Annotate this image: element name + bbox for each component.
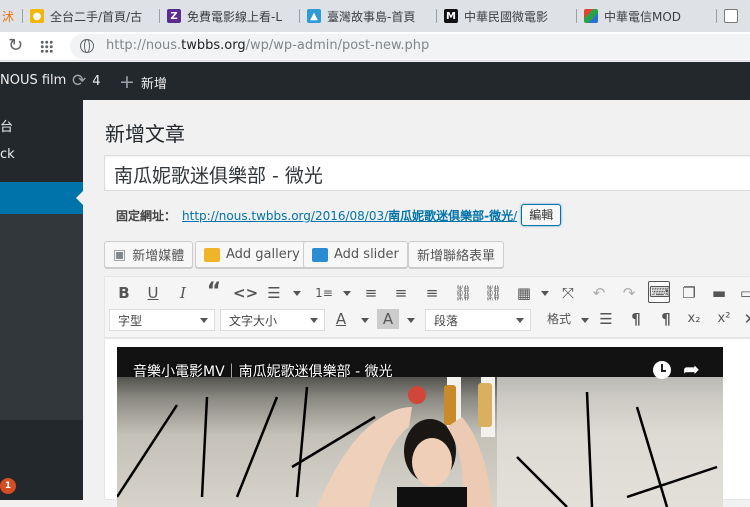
globe-icon: [80, 39, 94, 53]
tab-partial[interactable]: 沭: [0, 2, 24, 30]
add-gallery-button[interactable]: Add gallery: [195, 241, 309, 268]
toolbar-toggle-icon[interactable]: ⌨: [648, 281, 671, 303]
font-size-select[interactable]: 文字大小: [220, 309, 325, 331]
wp-admin-bar: NOUS film ⟳ 4 + 新增: [0, 62, 750, 100]
m-logo-icon: M: [444, 9, 458, 23]
chevron-down-icon: [516, 318, 524, 323]
page-title: 新增文章: [105, 122, 185, 146]
superscript-icon[interactable]: x²: [713, 309, 735, 329]
video-title[interactable]: 音樂小電影MV｜南瓜妮歌迷俱樂部 - 微光: [133, 361, 393, 381]
tab-partial-fragment: 沭: [2, 9, 15, 24]
admin-sidebar: 台 ck: [0, 100, 84, 500]
watch-later-icon[interactable]: [653, 361, 671, 379]
italic-icon[interactable]: I: [172, 283, 194, 303]
add-media-button[interactable]: ▣ 新增媒體: [104, 241, 194, 268]
browser-tab-1[interactable]: ● 全台二手/首頁/古: [22, 2, 159, 30]
z-logo-icon: Z: [167, 9, 181, 23]
slider-icon: [312, 247, 328, 262]
media-icon: ▣: [113, 246, 127, 263]
styles-caret[interactable]: [581, 318, 589, 323]
address-bar[interactable]: http://nous.twbbs.org/wp/wp-admin/post-n…: [70, 34, 750, 59]
pikachu-icon: ●: [30, 9, 44, 23]
browser-tab-5[interactable]: 中華電信MOD: [576, 2, 716, 30]
permalink-link[interactable]: http://nous.twbbs.org/2016/08/03/南瓜妮歌迷俱樂…: [182, 207, 517, 224]
align-center-icon[interactable]: ≡: [390, 283, 412, 303]
edit-permalink-button[interactable]: 編輯: [521, 204, 562, 226]
table-caret[interactable]: [541, 291, 549, 296]
reload-icon[interactable]: ↻: [8, 37, 23, 55]
url-text: http://nous.twbbs.org/wp/wp-admin/post-n…: [106, 38, 430, 53]
share-icon[interactable]: ➦: [683, 357, 700, 381]
new-content-label: 新增: [140, 76, 167, 92]
sidebar-item-dashboard[interactable]: 台: [0, 116, 13, 135]
table-icon[interactable]: ▦: [513, 283, 535, 303]
browser-tab-3[interactable]: ▲ 臺灣故事島-首頁: [299, 2, 436, 30]
browser-tab-4[interactable]: M 中華民國微電影: [436, 2, 576, 30]
post-title-input[interactable]: 南瓜妮歌迷俱樂部 - 微光: [104, 155, 750, 191]
code-icon[interactable]: <>: [233, 283, 258, 303]
active-menu-arrow: [76, 190, 84, 206]
underline-icon[interactable]: U: [142, 283, 164, 303]
site-name-link[interactable]: NOUS film: [0, 73, 66, 88]
add-slider-button[interactable]: Add slider: [303, 241, 408, 268]
blockquote-icon[interactable]: “: [203, 281, 225, 303]
sidebar-item-jetpack[interactable]: ck: [0, 147, 15, 162]
embedded-video[interactable]: 音樂小電影MV｜南瓜妮歌迷俱樂部 - 微光 ➦: [117, 347, 723, 507]
background-color-caret[interactable]: [407, 318, 415, 323]
read-more-icon[interactable]: ▬: [708, 283, 730, 303]
updates-count: 4: [92, 73, 101, 89]
sidebar-submenu: [0, 214, 83, 420]
align-right-icon[interactable]: ≡: [421, 283, 443, 303]
align-left-icon[interactable]: ≡: [360, 283, 382, 303]
numbered-list-caret[interactable]: [343, 291, 351, 296]
browser-tab-6[interactable]: [716, 2, 750, 30]
justify-icon[interactable]: ☰: [595, 309, 617, 329]
permalink-label: 固定網址：: [116, 208, 177, 223]
text-color-caret[interactable]: [361, 318, 369, 323]
numbered-list-icon[interactable]: 1≡: [313, 283, 335, 303]
undo-icon[interactable]: ↶: [588, 283, 610, 303]
bullet-list-icon[interactable]: ☰: [263, 283, 285, 303]
chevron-down-icon: [310, 318, 318, 323]
text-color-icon[interactable]: A: [330, 309, 352, 329]
subscript-icon[interactable]: x₂: [683, 309, 705, 329]
rtl-paragraph-icon[interactable]: ¶: [655, 309, 677, 329]
updates-link[interactable]: ⟳ 4: [72, 71, 101, 91]
plus-icon: +: [119, 71, 135, 93]
more-icon[interactable]: ✕: [739, 309, 750, 329]
chevron-down-icon: [200, 318, 208, 323]
cube-icon: [584, 9, 598, 23]
island-icon: ▲: [307, 9, 321, 23]
link-icon[interactable]: ⛓: [452, 283, 474, 303]
font-family-select[interactable]: 字型: [109, 309, 215, 331]
bold-icon[interactable]: B: [113, 283, 135, 303]
fullscreen-icon[interactable]: ⤧: [557, 283, 579, 303]
styles-menu[interactable]: 格式: [537, 309, 581, 329]
browser-toolbar: ↻ http://nous.twbbs.org/wp/wp-admin/post…: [0, 32, 750, 61]
add-contact-form-button[interactable]: 新增聯絡表單: [408, 241, 505, 268]
paste-icon[interactable]: ❐: [678, 283, 700, 303]
block-format-select[interactable]: 段落: [425, 309, 531, 331]
refresh-icon: ⟳: [72, 71, 87, 91]
new-content-link[interactable]: + 新增: [119, 71, 167, 93]
editor-toolbar: B U I “ <> ☰ 1≡ ≡ ≡ ≡ ⛓ ⛓ ▦ ⤧ ↶ ↷ ⌨ ❐ ▬ …: [104, 276, 750, 338]
background-color-icon[interactable]: A: [377, 309, 399, 329]
apps-grid-icon[interactable]: [40, 40, 53, 53]
bullet-list-caret[interactable]: [293, 291, 301, 296]
notification-badge: 1: [0, 478, 16, 494]
unlink-icon[interactable]: ⛓: [482, 283, 504, 303]
distraction-free-icon[interactable]: ▭: [736, 283, 750, 303]
paragraph-icon[interactable]: ¶: [625, 309, 647, 329]
sidebar-item-posts-active[interactable]: [0, 182, 84, 214]
page-icon: [724, 9, 738, 23]
browser-tab-strip: 沭 ● 全台二手/首頁/古 Z 免費電影線上看-L ▲ 臺灣故事島-首頁 M 中…: [0, 0, 750, 32]
camera-icon: [204, 247, 220, 262]
redo-icon[interactable]: ↷: [618, 283, 640, 303]
permalink-row: 固定網址： http://nous.twbbs.org/2016/08/03/南…: [116, 204, 562, 226]
browser-tab-2[interactable]: Z 免費電影線上看-L: [159, 2, 299, 30]
